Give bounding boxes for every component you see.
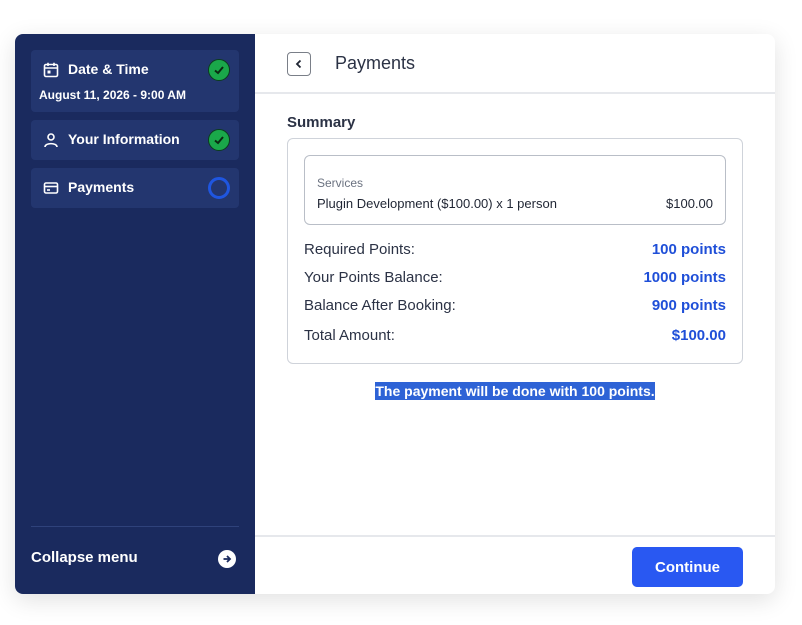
- service-name: Plugin Development ($100.00) x 1 person: [317, 196, 557, 211]
- step-title: Date & Time: [68, 61, 149, 77]
- payment-note: The payment will be done with 100 points…: [375, 382, 655, 400]
- sidebar-divider: [31, 526, 239, 527]
- points-balance-row: Your Points Balance: 1000 points: [304, 269, 726, 291]
- balance-after-row: Balance After Booking: 900 points: [304, 297, 726, 319]
- step-subtitle: August 11, 2026 - 9:00 AM: [39, 88, 186, 102]
- services-title: Services: [317, 176, 364, 190]
- row-label: Required Points:: [304, 241, 415, 258]
- row-value: 100 points: [651, 241, 726, 258]
- row-value: $100.00: [671, 327, 726, 344]
- back-button[interactable]: [287, 52, 311, 76]
- header: Payments: [255, 34, 775, 94]
- credit-card-icon: [43, 180, 59, 196]
- payment-note-wrap: The payment will be done with 100 points…: [255, 382, 775, 401]
- step-title: Your Information: [68, 131, 180, 147]
- chevron-left-icon: [295, 59, 302, 69]
- row-value: 900 points: [651, 297, 726, 314]
- continue-button[interactable]: Continue: [632, 547, 743, 587]
- check-icon: [208, 129, 230, 151]
- main-panel: Payments Summary Services Plugin Develop…: [255, 34, 775, 594]
- row-label: Your Points Balance:: [304, 269, 443, 286]
- user-icon: [43, 132, 59, 148]
- arrow-right-icon: [218, 550, 236, 568]
- booking-card: Date & Time August 11, 2026 - 9:00 AM Yo…: [15, 34, 775, 594]
- collapse-menu-button[interactable]: Collapse menu: [31, 544, 239, 572]
- page-title: Payments: [335, 53, 416, 73]
- collapse-menu-label: Collapse menu: [31, 549, 138, 566]
- footer: Continue: [255, 535, 775, 594]
- row-value: 1000 points: [643, 269, 726, 286]
- row-label: Balance After Booking:: [304, 297, 456, 314]
- total-amount-row: Total Amount: $100.00: [304, 327, 726, 349]
- step-date-time[interactable]: Date & Time August 11, 2026 - 9:00 AM: [31, 50, 239, 112]
- step-title: Payments: [68, 179, 135, 195]
- step-payments[interactable]: Payments: [31, 168, 239, 208]
- summary-box: Services Plugin Development ($100.00) x …: [287, 138, 743, 364]
- services-box: Services Plugin Development ($100.00) x …: [304, 155, 726, 225]
- check-icon: [208, 59, 230, 81]
- sidebar: Date & Time August 11, 2026 - 9:00 AM Yo…: [15, 34, 255, 594]
- row-label: Total Amount:: [304, 327, 395, 344]
- step-your-information[interactable]: Your Information: [31, 120, 239, 160]
- service-price: $100.00: [666, 196, 713, 211]
- calendar-icon: [43, 62, 59, 78]
- required-points-row: Required Points: 100 points: [304, 241, 726, 263]
- summary-label: Summary: [287, 114, 356, 131]
- progress-ring-icon: [208, 177, 230, 199]
